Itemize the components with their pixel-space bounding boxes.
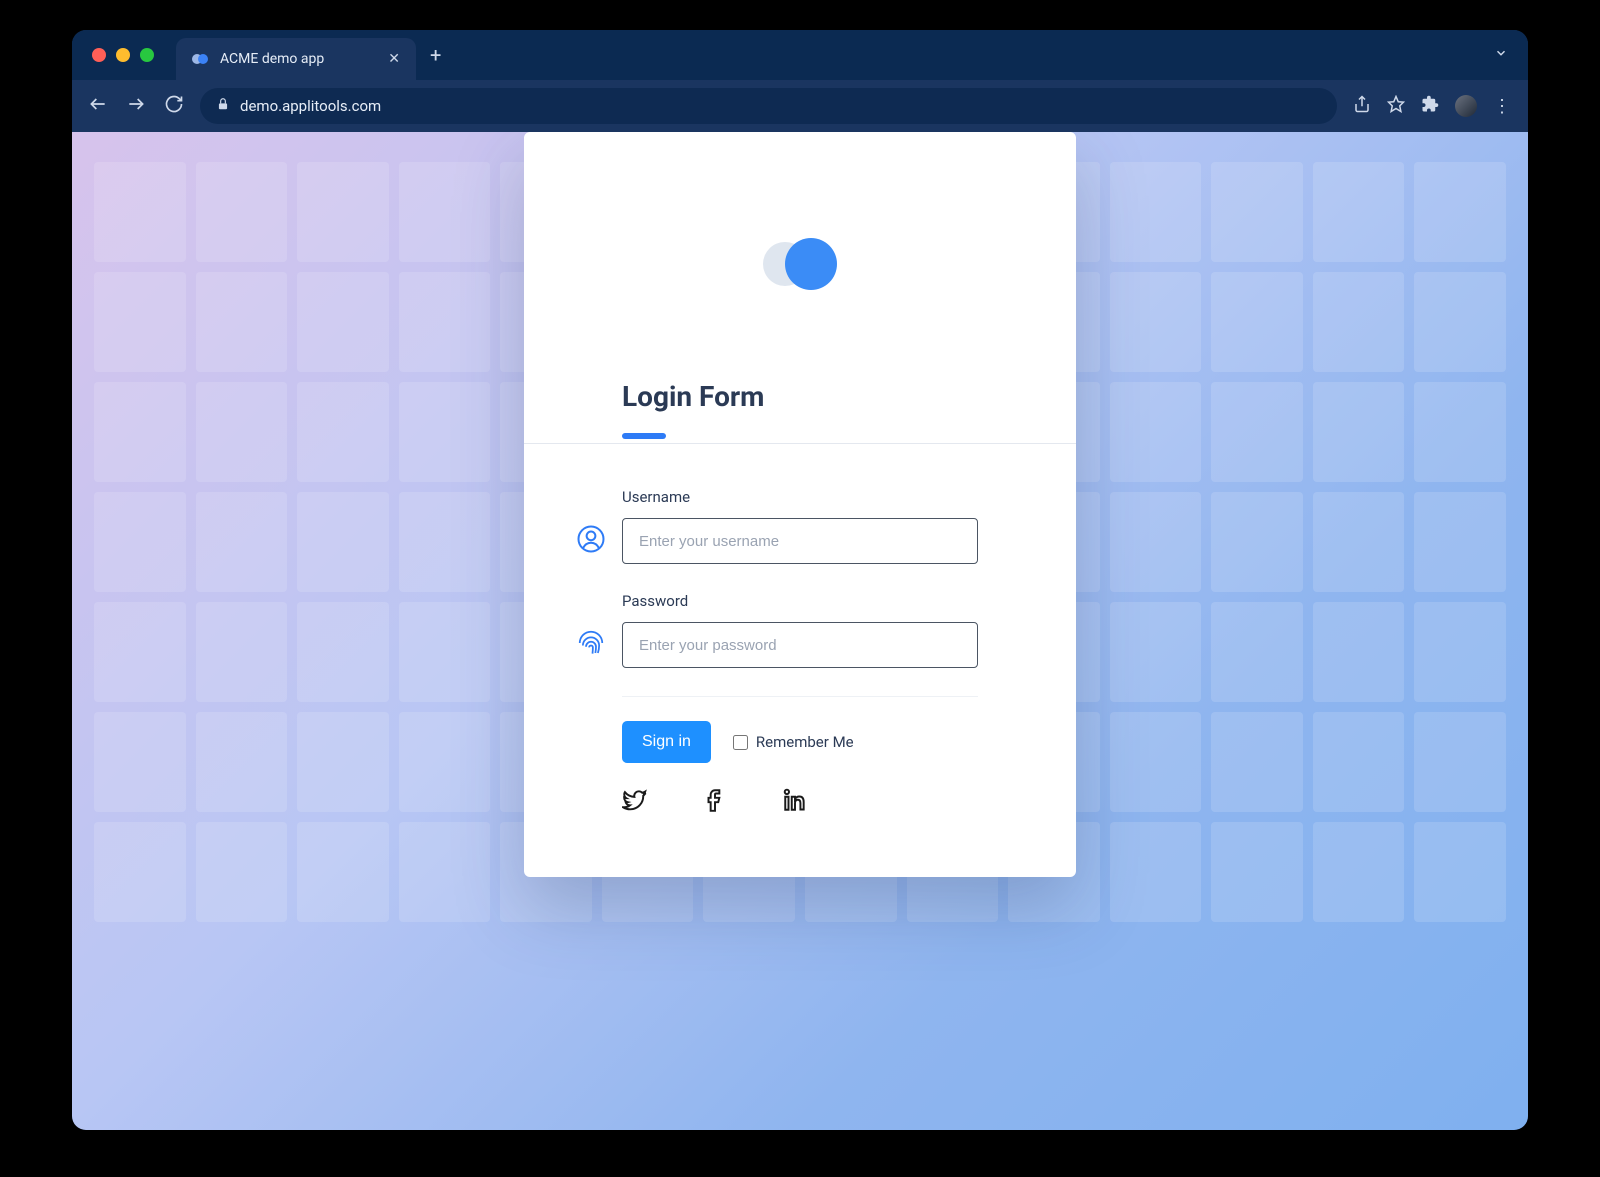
action-row: Sign in Remember Me <box>622 721 978 763</box>
reload-button[interactable] <box>164 94 184 118</box>
remember-me[interactable]: Remember Me <box>733 733 854 751</box>
bookmark-star-icon[interactable] <box>1387 95 1405 117</box>
title-underline <box>622 433 666 439</box>
password-label: Password <box>622 592 978 610</box>
close-window-button[interactable] <box>92 48 106 62</box>
profile-avatar[interactable] <box>1455 95 1477 117</box>
browser-tab[interactable]: ACME demo app ✕ <box>176 38 416 80</box>
password-group: Password <box>622 592 978 668</box>
nav-controls <box>88 94 184 118</box>
logo <box>524 132 1076 380</box>
close-tab-button[interactable]: ✕ <box>388 51 400 67</box>
user-icon <box>576 524 606 558</box>
fingerprint-icon <box>576 628 606 662</box>
login-form: Username Password <box>524 444 1076 817</box>
window-controls <box>92 48 154 62</box>
tab-bar: ACME demo app ✕ + <box>72 30 1528 80</box>
page-content: Login Form Username <box>72 132 1528 1130</box>
username-group: Username <box>622 488 978 564</box>
sign-in-button[interactable]: Sign in <box>622 721 711 763</box>
facebook-icon[interactable] <box>702 787 728 817</box>
tab-title: ACME demo app <box>220 51 378 67</box>
browser-window: ACME demo app ✕ + demo.applitools.com <box>72 30 1528 1130</box>
new-tab-button[interactable]: + <box>430 43 441 67</box>
url-field[interactable]: demo.applitools.com <box>200 88 1337 124</box>
page-title: Login Form <box>524 380 1076 433</box>
address-bar: demo.applitools.com ⋮ <box>72 80 1528 132</box>
social-links <box>622 787 978 817</box>
lock-icon <box>216 97 230 115</box>
linkedin-icon[interactable] <box>782 787 808 817</box>
tab-favicon-icon <box>192 50 210 68</box>
nav-forward-button[interactable] <box>126 94 146 118</box>
login-card: Login Form Username <box>524 132 1076 877</box>
remember-me-checkbox[interactable] <box>733 735 748 750</box>
tab-overflow-button[interactable] <box>1494 46 1508 64</box>
form-divider <box>622 696 978 697</box>
username-label: Username <box>622 488 978 506</box>
nav-back-button[interactable] <box>88 94 108 118</box>
maximize-window-button[interactable] <box>140 48 154 62</box>
username-input[interactable] <box>622 518 978 564</box>
twitter-icon[interactable] <box>622 787 648 817</box>
extensions-icon[interactable] <box>1421 95 1439 117</box>
remember-me-label: Remember Me <box>756 733 854 751</box>
url-text: demo.applitools.com <box>240 97 1321 115</box>
minimize-window-button[interactable] <box>116 48 130 62</box>
toolbar-right: ⋮ <box>1353 95 1512 117</box>
password-input[interactable] <box>622 622 978 668</box>
browser-menu-button[interactable]: ⋮ <box>1493 96 1512 117</box>
share-icon[interactable] <box>1353 95 1371 117</box>
